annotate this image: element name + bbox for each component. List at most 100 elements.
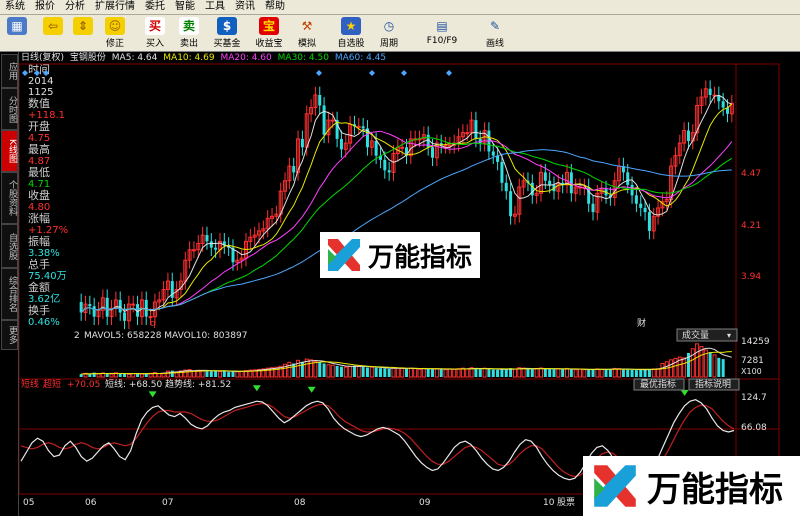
volume-axis-label: 7281 (741, 356, 764, 366)
candle-body (118, 299, 122, 313)
menu-item[interactable]: 工具 (200, 0, 230, 14)
volume-bar (292, 363, 296, 377)
volume-bar (660, 362, 665, 378)
toolbar-button[interactable]: 买买入 (140, 17, 170, 49)
volume-index: 2 (74, 331, 80, 341)
volume-bar (378, 368, 382, 377)
toolbar-button[interactable]: ⇕ (70, 17, 96, 49)
buy-arrow-icon (252, 385, 261, 392)
volume-bar (647, 369, 651, 377)
menu-item[interactable]: 资讯 (230, 0, 260, 14)
x-axis-label: 10 (543, 498, 555, 508)
toolbar-button[interactable]: 宝收益宝 (250, 17, 288, 49)
volume-bar (96, 373, 101, 378)
candle-body (543, 172, 547, 181)
toolbar-button[interactable]: ⚒ 模拟 (292, 17, 322, 49)
left-tab[interactable]: 自选股 (1, 224, 18, 268)
signal-diamond-icon (401, 70, 407, 76)
toolbar-button[interactable]: ☺ 修正 (100, 17, 130, 49)
candle-body (292, 166, 296, 173)
volume-bar (695, 343, 700, 378)
left-tab[interactable]: K线图 (1, 130, 18, 172)
left-tab[interactable]: 应用 (1, 54, 18, 88)
buy-arrow-icon (148, 391, 157, 398)
volume-bar (200, 370, 205, 378)
volume-bar (356, 365, 361, 378)
toolbar-button[interactable]: $ 买基金 (208, 17, 246, 49)
toolbar-button-label: 收益宝 (255, 39, 283, 49)
toolbar-button[interactable]: ▤ F10/F9 (408, 17, 476, 49)
best-indicator-label: 最优指标 (640, 378, 676, 390)
volume-bar (222, 370, 226, 377)
x-axis-label: 08 (294, 498, 306, 508)
candle-body (474, 120, 478, 139)
watermark-logo: 万能指标 (320, 232, 480, 278)
candle-body (591, 203, 595, 213)
left-tab[interactable]: 分时图 (1, 88, 18, 130)
candle-body (148, 316, 153, 319)
volume-bar (690, 348, 695, 378)
x-axis-label: 07 (162, 498, 173, 508)
toolbar-button[interactable]: ⇦ (40, 17, 66, 49)
indicator-name-2: 超短 (43, 378, 61, 390)
signal-diamond-icon (316, 70, 322, 76)
volume-bar (587, 369, 591, 377)
candle-body (88, 304, 92, 307)
menu-item[interactable]: 报价 (30, 0, 60, 14)
volume-bar (538, 367, 543, 378)
volume-bar (474, 368, 478, 377)
toolbar-button[interactable]: ✎ 画线 (480, 17, 510, 49)
volume-bar (322, 363, 326, 377)
toolbar-button[interactable]: 卖卖出 (174, 17, 204, 49)
left-tab[interactable]: 更多 (1, 320, 18, 350)
toolbar-button-label: 买基金 (213, 39, 241, 49)
x-axis-label: 06 (85, 498, 97, 508)
candle-body (318, 95, 322, 106)
kline-chart[interactable]: 4.47 4.21 3.94 q 财 2 MAVOL5: 658228 MAVO… (19, 52, 800, 516)
watermark-text: 万能指标 (368, 242, 473, 273)
cai-marker: 财 (637, 317, 646, 329)
volume-bar (374, 367, 378, 377)
buy-arrow-icon (680, 389, 689, 396)
volume-bar (578, 368, 583, 378)
toolbar-button[interactable]: ▦ (4, 17, 30, 49)
volume-bar (608, 368, 612, 377)
left-tab[interactable]: 综合排名 (1, 268, 18, 320)
toolbar-button[interactable]: ★ 自选股 (332, 17, 370, 49)
toolbar-button[interactable]: ◷ 周期 (374, 17, 404, 49)
volume-bar (118, 373, 122, 377)
candle-body (361, 126, 365, 129)
volume-bar (339, 366, 343, 377)
volume-bar (361, 366, 365, 377)
volume-bar (421, 367, 426, 378)
logo-mark-icon (328, 239, 360, 271)
star-icon: ★ (341, 17, 361, 35)
candle-body (374, 141, 378, 156)
candle-body (647, 212, 651, 231)
watermark-logo: 万能指标 (583, 456, 800, 516)
menu-item[interactable]: 帮助 (260, 0, 290, 14)
volume-bar (621, 369, 625, 377)
menu-item[interactable]: 智能 (170, 0, 200, 14)
menu-item[interactable]: 扩展行情 (90, 0, 140, 14)
signal-diamond-icon (22, 70, 28, 76)
volume-bar (682, 357, 687, 378)
volume-bar (526, 368, 530, 377)
volume-bar (573, 369, 578, 378)
left-tab[interactable]: 个股资料 (1, 172, 18, 224)
volume-bar (165, 370, 170, 378)
volume-bar (443, 369, 448, 378)
volume-bar (287, 361, 292, 378)
volume-axis-label: 14259 (741, 337, 770, 347)
volume-bar (109, 373, 114, 378)
volume-bar (405, 368, 408, 377)
menu-item[interactable]: 委托 (140, 0, 170, 14)
volume-bar (417, 368, 422, 378)
buy-arrow-icon (307, 386, 316, 393)
menu-item[interactable]: 系统 (0, 0, 30, 14)
volume-bar (634, 370, 638, 377)
back-arrow-icon: ⇦ (43, 17, 63, 35)
candle-body (105, 297, 109, 317)
menu-item[interactable]: 分析 (60, 0, 90, 14)
indicator-axis-label: 124.7 (741, 393, 767, 403)
